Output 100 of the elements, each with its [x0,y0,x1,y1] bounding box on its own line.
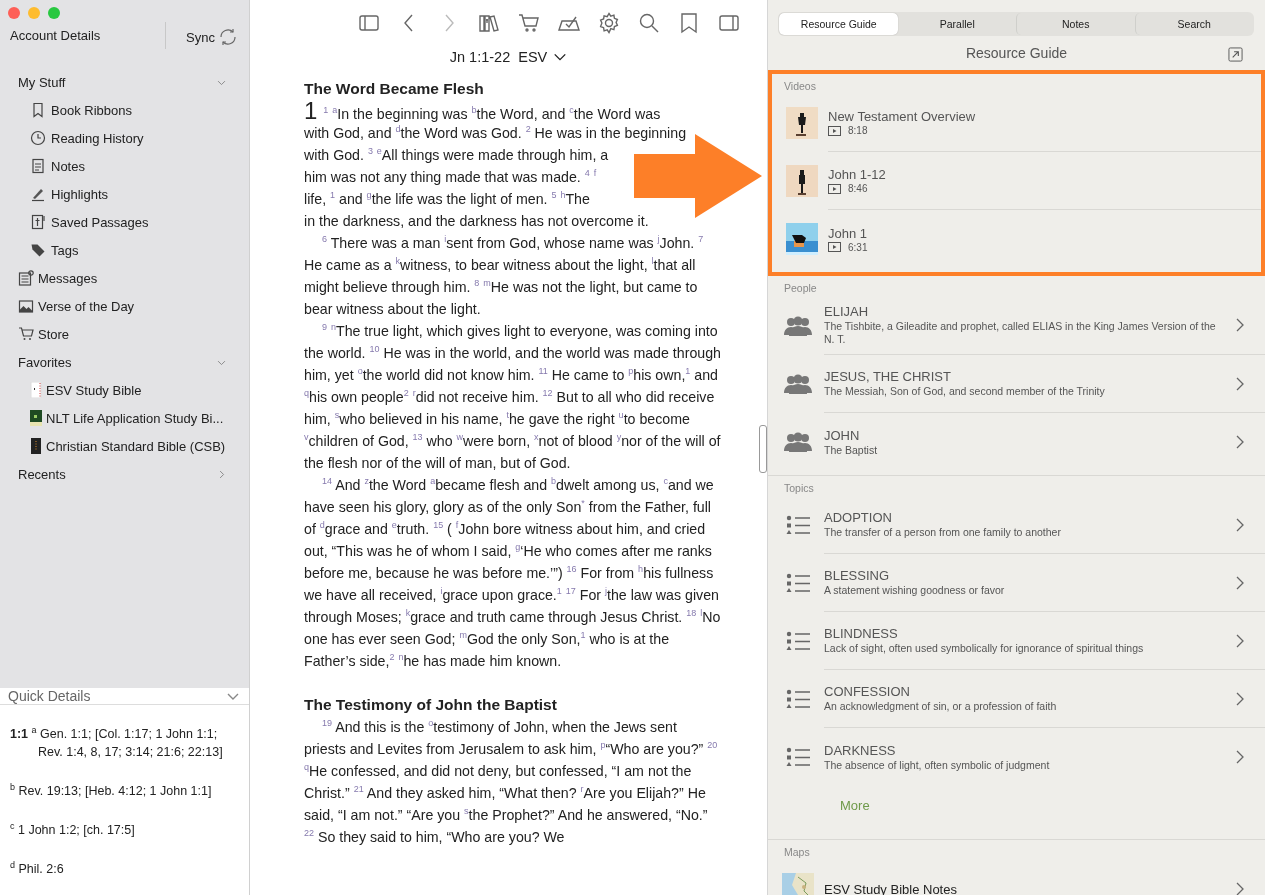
close-button[interactable] [8,7,20,19]
list-item[interactable]: DARKNESS The absence of light, often symbolic of judgment [824,728,1265,786]
note-icon [30,158,46,174]
panel-title: Quick Details [8,688,91,704]
section-heading: The Testimony of John the Baptist [304,695,558,715]
section-label: Topics [783,481,815,496]
item-description: Lack of sight, often used symbolically for ignorance of spiritual things [824,642,1145,655]
book-cover-icon [28,438,44,454]
library-icon[interactable] [478,12,500,34]
sidebar-toggle-icon[interactable] [358,12,380,34]
settings-icon[interactable] [598,12,620,34]
clock-icon [30,130,46,146]
open-external-icon[interactable] [1228,47,1243,62]
sidebar-item[interactable]: Christian Standard Bible (CSB) [46,438,226,454]
verse-line: with God, and $^{d}$the Word was God. $^{2}$ He was in the beginning [304,123,687,143]
item-title: John 1 [828,225,869,241]
list-item[interactable]: BLINDNESS Lack of sight, often used symbolically for ignorance of spiritual things [824,612,1265,670]
sidebar-group[interactable]: Recents [0,460,249,488]
item-title: BLINDNESS [824,626,899,641]
sidebar-item[interactable]: NLT Life Application Study Bi... [46,410,224,426]
sidebar-item[interactable]: Store [38,326,70,342]
chevron-right-icon [1235,318,1245,332]
verse-line: with God. $^{3}$ $^{e}$All things were made through him, a [304,145,609,165]
section-label: Videos [783,79,817,94]
list-icon [785,630,811,652]
chevron-right-icon [1235,435,1245,449]
sync-icon [217,27,238,47]
list-icon [785,746,811,768]
sidebar-group[interactable]: Favorites [0,348,249,376]
sidebar-item[interactable]: Messages [38,270,98,286]
people-icon [782,373,814,395]
bookmark-icon [30,102,46,118]
bookmark-icon[interactable] [678,12,700,34]
tab[interactable]: Parallel [897,13,1016,35]
resize-handle[interactable] [759,425,767,473]
sidebar-item[interactable]: Tags [51,242,79,258]
panel-toggle-icon[interactable] [718,12,740,34]
sidebar-item[interactable]: ESV Study Bible [46,382,142,398]
chevron-right-icon [1235,882,1245,895]
cart-icon[interactable] [518,12,540,34]
item-title: BLESSING [824,568,891,583]
list-icon [785,514,811,536]
item-description: The absence of light, often symbolic of judgment [824,758,1051,772]
sidebar-item[interactable]: Highlights [51,186,109,202]
item-description: The Tishbite, a Gileadite and prophet, called ELIAS in the King James Version of the N. T. [824,320,1217,346]
tab[interactable]: Search [1134,13,1253,35]
list-item[interactable]: John 1-12 8:46 [828,152,1261,210]
tag-icon [30,242,46,258]
message-icon [18,270,34,286]
sync-button[interactable]: Sync [186,27,238,47]
list-item[interactable]: ADOPTION The transfer of a person from one family to another [824,496,1265,554]
section-label: Maps [783,845,811,860]
tab[interactable]: Notes [1016,13,1135,35]
item-title: John 1-12 [828,167,887,182]
video-duration: 8:46 [848,183,868,194]
book-cover-icon [28,382,44,398]
list-item[interactable]: John 1 6:31 [828,210,1261,268]
saved-passage-icon [30,214,46,230]
item-title: JESUS, THE CHRIST [824,369,952,384]
list-item[interactable]: ELIJAH The Tishbite, a Gileadite and prophet, called ELIAS in the King James Version of the N. T. [824,296,1265,355]
verse-line: in the darkness, and the darkness has not overcome it. [304,212,649,231]
section-label: People [783,281,818,296]
verse-text: $^{19}$ And this is the $^{o}$testimony of John, when the Jews sent priests and Levites from Jerusalem to ask him, $^{p}$“Who are you?” $^{20}$ $^{q}$He confessed, and did not deny, but confessed, “I am not the Christ.” $^{21}$ And they asked him, “What then? $^{r}$Are you Elijah?” He said, “I am not.” “Are you $^{s}$the Prophet?” And he answered, “No.” $^{22}$ So they said to him, “Who are you? We [304,719,718,845]
item-description: An acknowledgment of sin, or a profession of faith [824,700,1058,713]
list-item[interactable]: CONFESSION An acknowledgment of sin, or a profession of faith [824,670,1265,728]
pen-icon [30,186,46,202]
panel-title: Resource Guide [965,45,1068,61]
sidebar-item[interactable]: Saved Passages [51,214,149,230]
video-duration: 8:18 [848,125,868,136]
chapter-number: 1 [304,100,318,122]
search-icon[interactable] [638,12,660,34]
list-icon [785,688,811,710]
verse-line: life, $^{1}$ and $^{g}$the life was the light of men. $^{5}$ $^{h}$The [304,189,590,209]
list-item[interactable]: BLESSING A statement wishing goodness or favor [824,554,1265,612]
list-item[interactable]: JESUS, THE CHRIST The Messiah, Son of God, and second member of the Trinity [824,355,1265,413]
item-title: JOHN [824,427,861,443]
play-icon [828,242,841,252]
list-icon [785,572,811,594]
cart-icon [18,326,34,342]
sidebar-group[interactable]: My Stuff [0,68,249,96]
item-title: New Testament Overview [828,109,977,124]
book-cover-icon [28,410,44,426]
item-title: ELIJAH [824,304,870,319]
sidebar-item[interactable]: Reading History [51,130,144,146]
chevron-right-icon [1235,750,1245,764]
sidebar-item[interactable]: Notes [51,158,85,174]
item-title: ADOPTION [824,510,893,525]
reference-selector[interactable]: Jn 1:1-22 ESV [445,46,572,68]
play-icon [828,125,841,136]
group-label: Recents [18,466,66,482]
chevron-right-icon [1235,691,1245,706]
list-item[interactable]: JOHN The Baptist [824,413,1265,471]
section-heading: The Word Became Flesh [304,79,485,99]
sidebar-item[interactable]: Book Ribbons [51,102,132,118]
cross-reference: 1:1 $^{a}$ Gen. 1:1; [Col. 1:17; 1 John 1:1; Rev. 1:4, 8, 17; 3:14; 21:6; 22:13] [10,724,224,762]
tab[interactable]: Resource Guide [779,13,898,35]
sidebar-item[interactable]: Verse of the Day [38,298,135,314]
list-item[interactable]: New Testament Overview 8:18 [828,94,1261,152]
people-icon [782,314,814,337]
account-details-link[interactable]: Account Details [10,28,101,43]
